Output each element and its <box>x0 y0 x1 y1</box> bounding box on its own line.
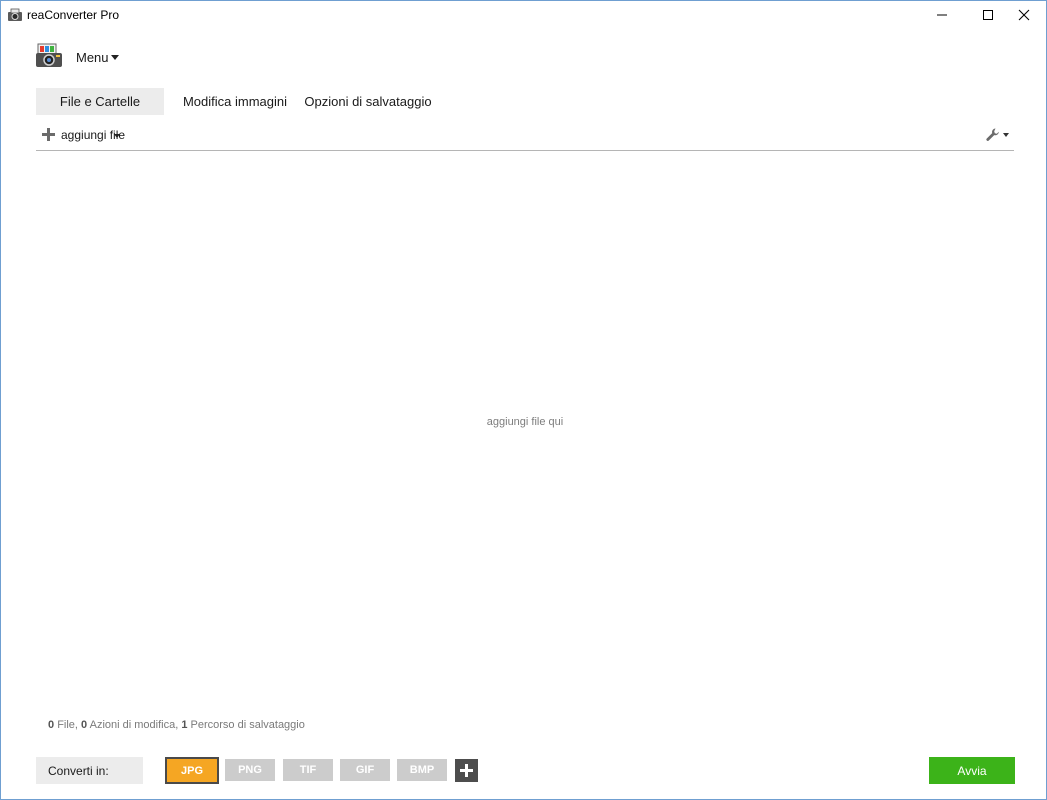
app-window: reaConverter Pro Menu File e Cartelle Mo… <box>0 0 1047 800</box>
tab-files-and-folders[interactable]: File e Cartelle <box>36 88 164 115</box>
files-count: 0 <box>48 719 55 731</box>
toolbar-divider <box>36 150 1014 151</box>
maximize-icon <box>983 10 993 20</box>
drop-hint: aggiungi file qui <box>486 416 564 428</box>
tab-save-options[interactable]: Opzioni di salvataggio <box>304 88 432 115</box>
add-format-icon[interactable] <box>455 759 478 782</box>
title-bar[interactable]: reaConverter Pro <box>1 1 1046 29</box>
add-files-caret-icon[interactable] <box>114 134 120 138</box>
paths-count: 1 <box>181 719 188 731</box>
actions-label: Azioni di modifica, <box>89 719 179 731</box>
minimize-icon <box>937 14 947 16</box>
minimize-button[interactable] <box>919 1 965 29</box>
tab-edit-images[interactable]: Modifica immagini <box>181 88 289 115</box>
plus-icon[interactable] <box>42 128 55 141</box>
actions-count: 0 <box>81 719 88 731</box>
file-drop-area[interactable]: aggiungi file qui <box>36 152 1014 712</box>
wrench-icon[interactable] <box>985 127 1001 143</box>
format-gif-button[interactable]: GIF <box>340 759 390 781</box>
format-bmp-button[interactable]: BMP <box>397 759 447 781</box>
caret-down-icon[interactable] <box>111 55 119 60</box>
format-png-button[interactable]: PNG <box>225 759 275 781</box>
menu-button[interactable]: Menu <box>76 50 109 65</box>
settings-caret-icon[interactable] <box>1003 133 1009 137</box>
menu-logo-icon[interactable] <box>35 42 63 70</box>
window-title: reaConverter Pro <box>27 8 120 22</box>
app-icon <box>7 7 23 23</box>
format-jpg-button[interactable]: JPG <box>165 757 219 784</box>
format-tif-button[interactable]: TIF <box>283 759 333 781</box>
convert-to-label: Converti in: <box>36 757 143 784</box>
status-summary: 0 File, 0 Azioni di modifica, 1 Percorso… <box>48 719 305 731</box>
close-button[interactable] <box>1001 1 1047 29</box>
files-label: File, <box>57 719 78 731</box>
close-icon <box>1018 9 1030 21</box>
start-button[interactable]: Avvia <box>929 757 1015 784</box>
paths-label: Percorso di salvataggio <box>190 719 305 731</box>
